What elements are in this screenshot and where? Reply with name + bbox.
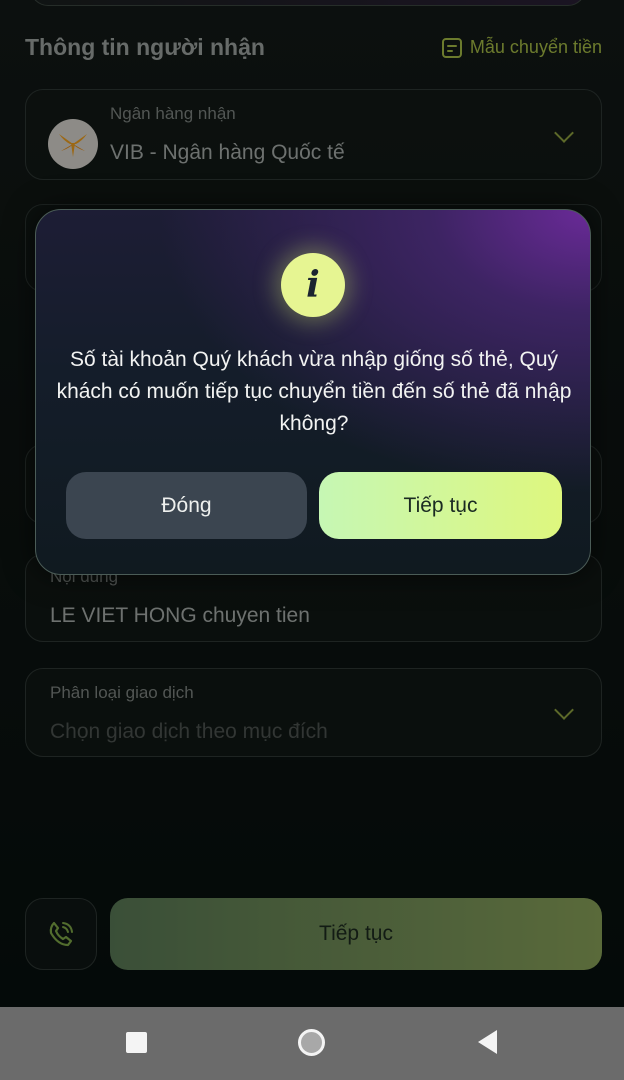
dialog-message: Số tài khoản Quý khách vừa nhập giống số… [56, 348, 572, 435]
back-icon[interactable] [478, 1030, 497, 1054]
dialog-close-label: Đóng [161, 493, 212, 517]
dialog-close-button[interactable]: Đóng [66, 472, 307, 539]
confirmation-dialog: i Số tài khoản Quý khách vừa nhập giống … [35, 209, 591, 575]
dialog-continue-label: Tiếp tục [403, 493, 478, 517]
system-navigation-bar [0, 1007, 624, 1080]
transfer-screen: Thông tin người nhận Mẫu chuyển tiền Ngâ… [0, 0, 624, 1007]
home-icon[interactable] [298, 1029, 325, 1056]
dialog-continue-button[interactable]: Tiếp tục [319, 472, 562, 539]
recents-icon[interactable] [126, 1032, 147, 1053]
info-icon: i [281, 253, 345, 317]
